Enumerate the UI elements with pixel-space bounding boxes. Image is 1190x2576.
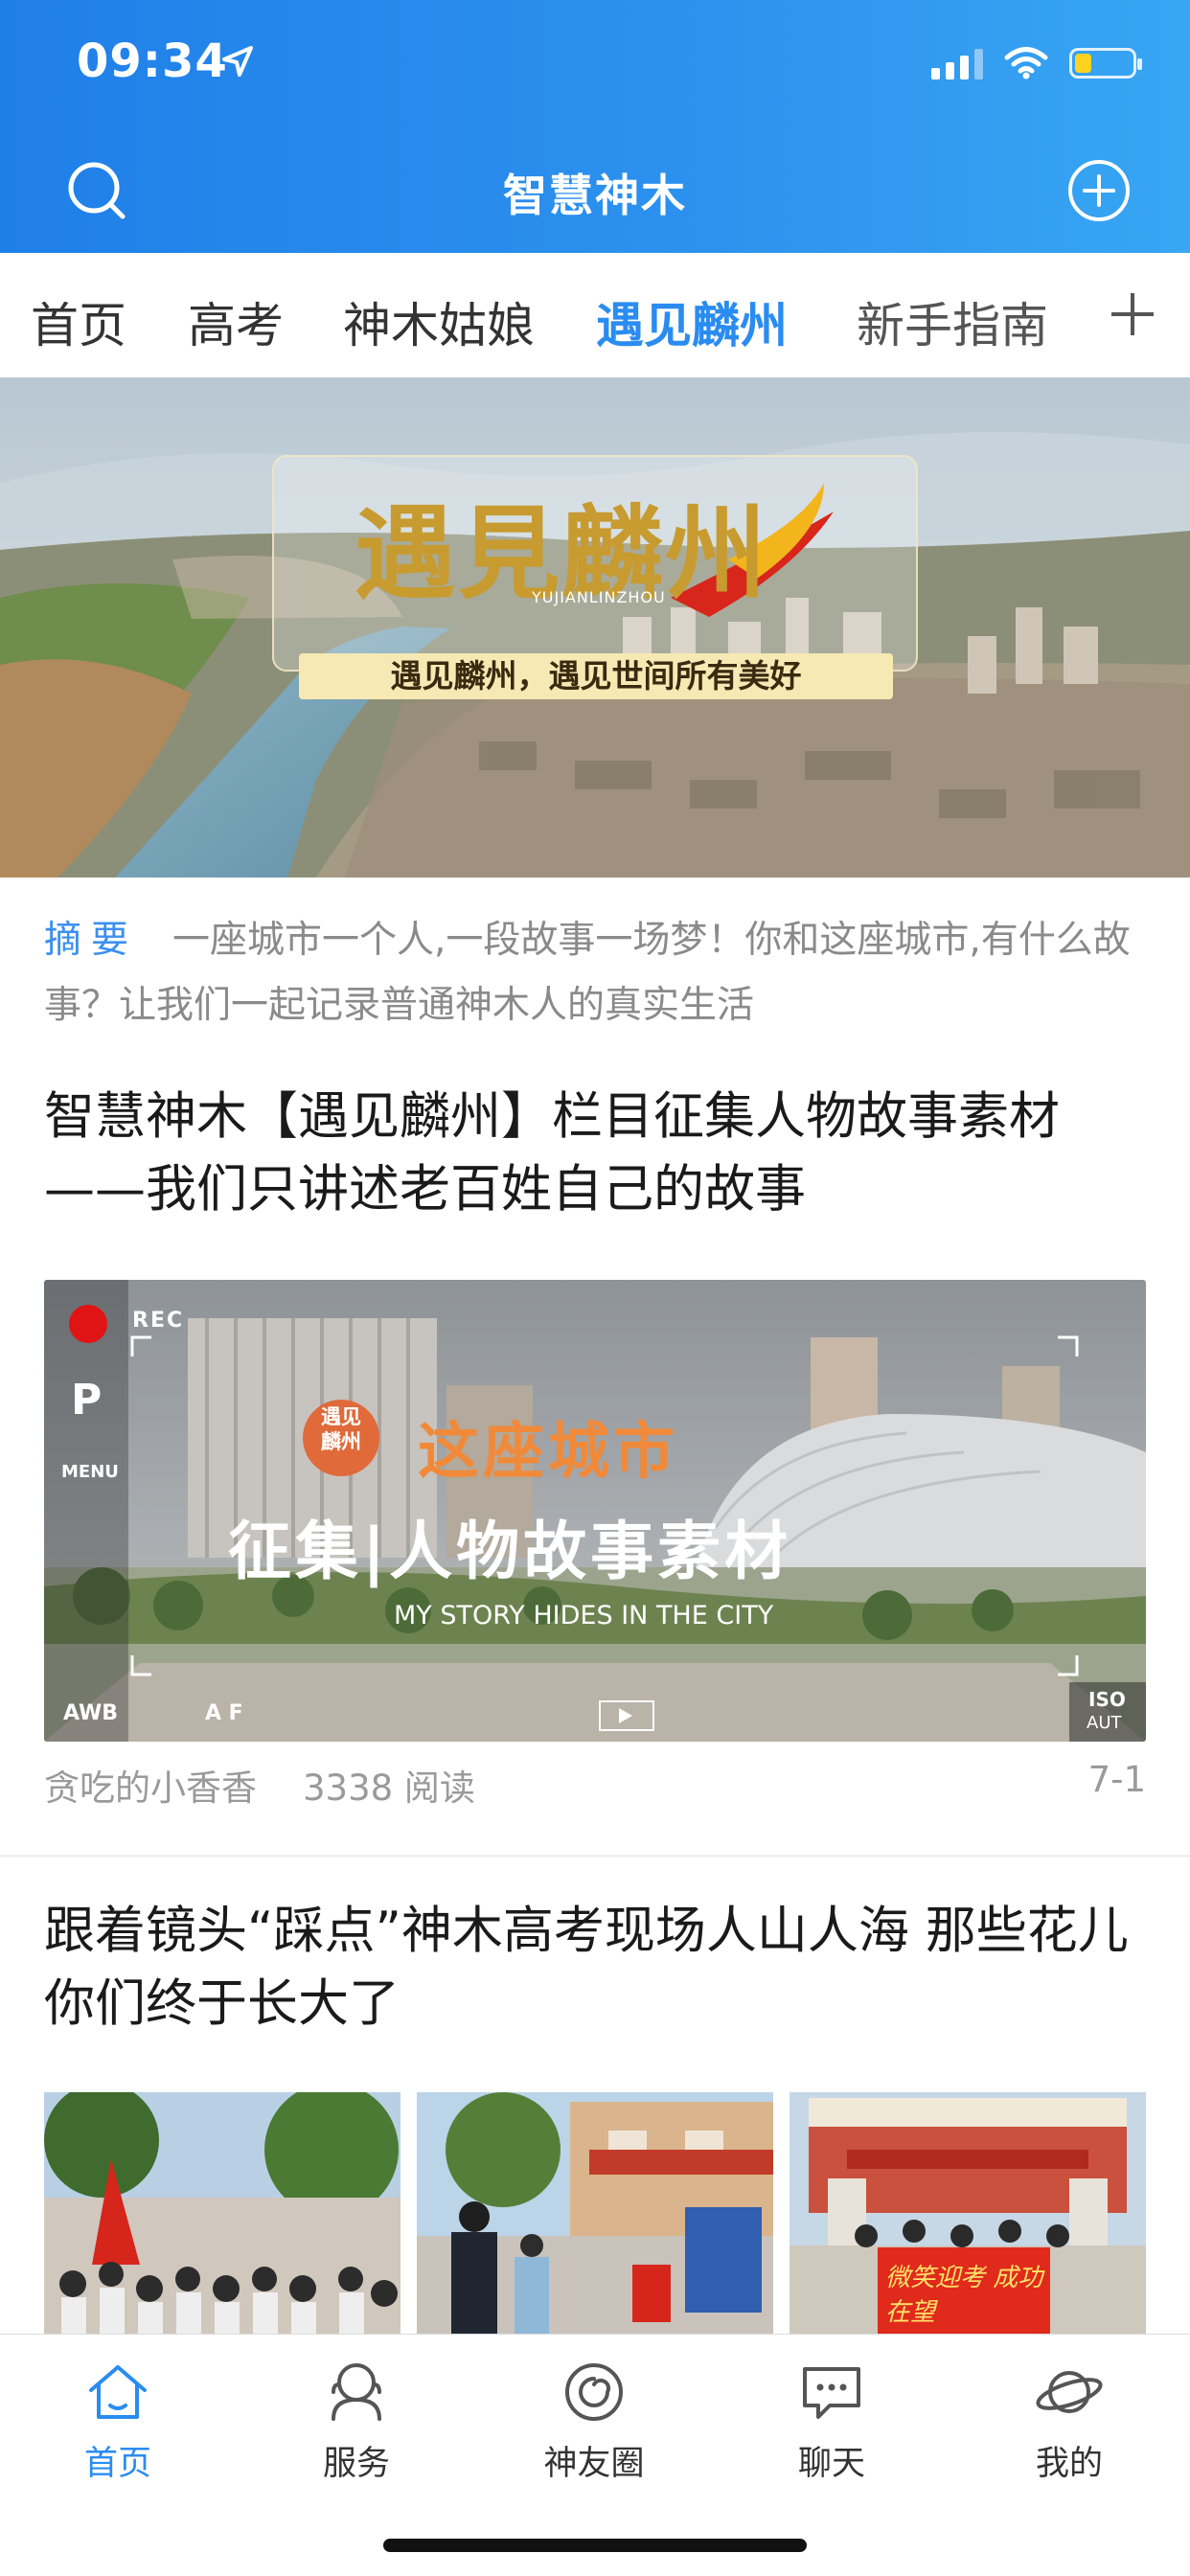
nav-friends-circle[interactable]: 神友圈 bbox=[517, 2356, 671, 2485]
nav-home-label: 首页 bbox=[83, 2445, 151, 2483]
nav-chat[interactable]: 聊天 bbox=[755, 2356, 908, 2485]
nav-mine[interactable]: 我的 bbox=[993, 2356, 1146, 2485]
nav-service-label: 服务 bbox=[322, 2445, 390, 2483]
location-arrow-icon bbox=[222, 46, 253, 77]
channel-tabs: 首页 高考 神木姑娘 遇见麟州 新手指南 bbox=[0, 253, 1190, 378]
article-date: 7-1 bbox=[1087, 1759, 1146, 1800]
thumbnail-banner-text: 微笑迎考 成功在望 bbox=[885, 2264, 1043, 2327]
article-author: 贪吃的小香香 bbox=[44, 1767, 257, 1809]
banner-subtitle: 遇见麟州，遇见世间所有美好 bbox=[299, 653, 893, 699]
app-header: 09:34 智慧神木 bbox=[0, 0, 1190, 253]
nav-chat-label: 聊天 bbox=[797, 2445, 865, 2483]
aut-label: AUT bbox=[1087, 1713, 1122, 1733]
cover-badge: 遇见 麟州 bbox=[303, 1404, 379, 1454]
battery-icon bbox=[1069, 48, 1142, 79]
tab-shenmu-girl[interactable]: 神木姑娘 bbox=[343, 287, 535, 356]
app-title: 智慧神木 bbox=[503, 170, 687, 221]
awb-label: AWB bbox=[63, 1701, 119, 1725]
p-mode-label: P bbox=[71, 1376, 103, 1425]
circle-icon bbox=[565, 2363, 623, 2421]
thumbnail-crowd-photo bbox=[44, 2092, 400, 2334]
article-thumbnail-1[interactable] bbox=[44, 2092, 400, 2334]
banner-pinyin: YUJIANLINZHOU bbox=[532, 588, 666, 606]
tab-beginner-guide[interactable]: 新手指南 bbox=[857, 287, 1048, 356]
article-thumbnail-3[interactable]: 微笑迎考 成功在望 bbox=[790, 2092, 1146, 2334]
article-title-2[interactable]: 跟着镜头“踩点”神木高考现场人山人海 那些花儿你们终于长大了 bbox=[44, 1895, 1146, 2040]
article-title[interactable]: 智慧神木【遇见麟州】栏目征集人物故事素材——我们只讲述老百姓自己的故事 bbox=[44, 1081, 1146, 1226]
wifi-icon bbox=[1004, 47, 1048, 80]
banner-landscape-image bbox=[0, 377, 1190, 878]
nav-mine-label: 我的 bbox=[1035, 2445, 1103, 2483]
cover-sub-headline: 征集|人物故事素材 bbox=[228, 1515, 792, 1588]
add-channel-icon[interactable] bbox=[1104, 285, 1161, 343]
thumbnail-security-photo bbox=[417, 2092, 773, 2334]
article-thumbnail-2[interactable] bbox=[417, 2092, 773, 2334]
status-time: 09:34 bbox=[77, 34, 228, 88]
summary-text: 一座城市一个人,一段故事一场梦！你和这座城市,有什么故事？让我们一起记录普通神木… bbox=[44, 919, 1131, 1027]
planet-icon bbox=[1036, 2371, 1103, 2413]
hero-banner[interactable]: 遇見麟州 YUJIANLINZHOU 遇见麟州，遇见世间所有美好 bbox=[0, 377, 1190, 878]
nav-home[interactable]: 首页 bbox=[41, 2356, 195, 2485]
tab-gaokao[interactable]: 高考 bbox=[188, 287, 284, 356]
article-meta: 贪吃的小香香 3338 阅读 7-1 bbox=[44, 1759, 1146, 1811]
plus-circle-icon[interactable] bbox=[1065, 157, 1133, 224]
article-read-count: 3338 阅读 bbox=[303, 1767, 475, 1809]
cover-badge-line1: 遇见 bbox=[321, 1405, 361, 1428]
tab-home[interactable]: 首页 bbox=[31, 287, 126, 356]
status-icons bbox=[931, 42, 1142, 84]
cellular-signal-icon bbox=[931, 47, 983, 80]
nav-service[interactable]: 服务 bbox=[280, 2356, 433, 2485]
home-indicator bbox=[383, 2539, 807, 2552]
cover-english: MY STORY HIDES IN THE CITY bbox=[394, 1601, 774, 1630]
cover-headline: 这座城市 bbox=[418, 1417, 678, 1488]
tab-meet-linzhou[interactable]: 遇见麟州 bbox=[596, 287, 788, 356]
section-divider bbox=[0, 1855, 1190, 1858]
af-label: A F bbox=[205, 1701, 243, 1725]
article-cover-image[interactable]: REC P MENU AWB A F ISO AUT 遇见 麟州 这座城市 征集… bbox=[44, 1280, 1146, 1742]
service-icon bbox=[332, 2363, 381, 2421]
rec-label: REC bbox=[132, 1309, 185, 1333]
summary-label: 摘要 bbox=[44, 919, 139, 962]
home-icon bbox=[89, 2365, 147, 2419]
cover-badge-line2: 麟州 bbox=[321, 1430, 361, 1453]
summary: 摘要 一座城市一个人,一段故事一场梦！你和这座城市,有什么故事？让我们一起记录普通… bbox=[44, 908, 1146, 1038]
chat-icon bbox=[803, 2367, 860, 2419]
iso-label: ISO bbox=[1088, 1688, 1126, 1711]
menu-label: MENU bbox=[61, 1462, 119, 1482]
nav-friends-circle-label: 神友圈 bbox=[543, 2445, 645, 2483]
